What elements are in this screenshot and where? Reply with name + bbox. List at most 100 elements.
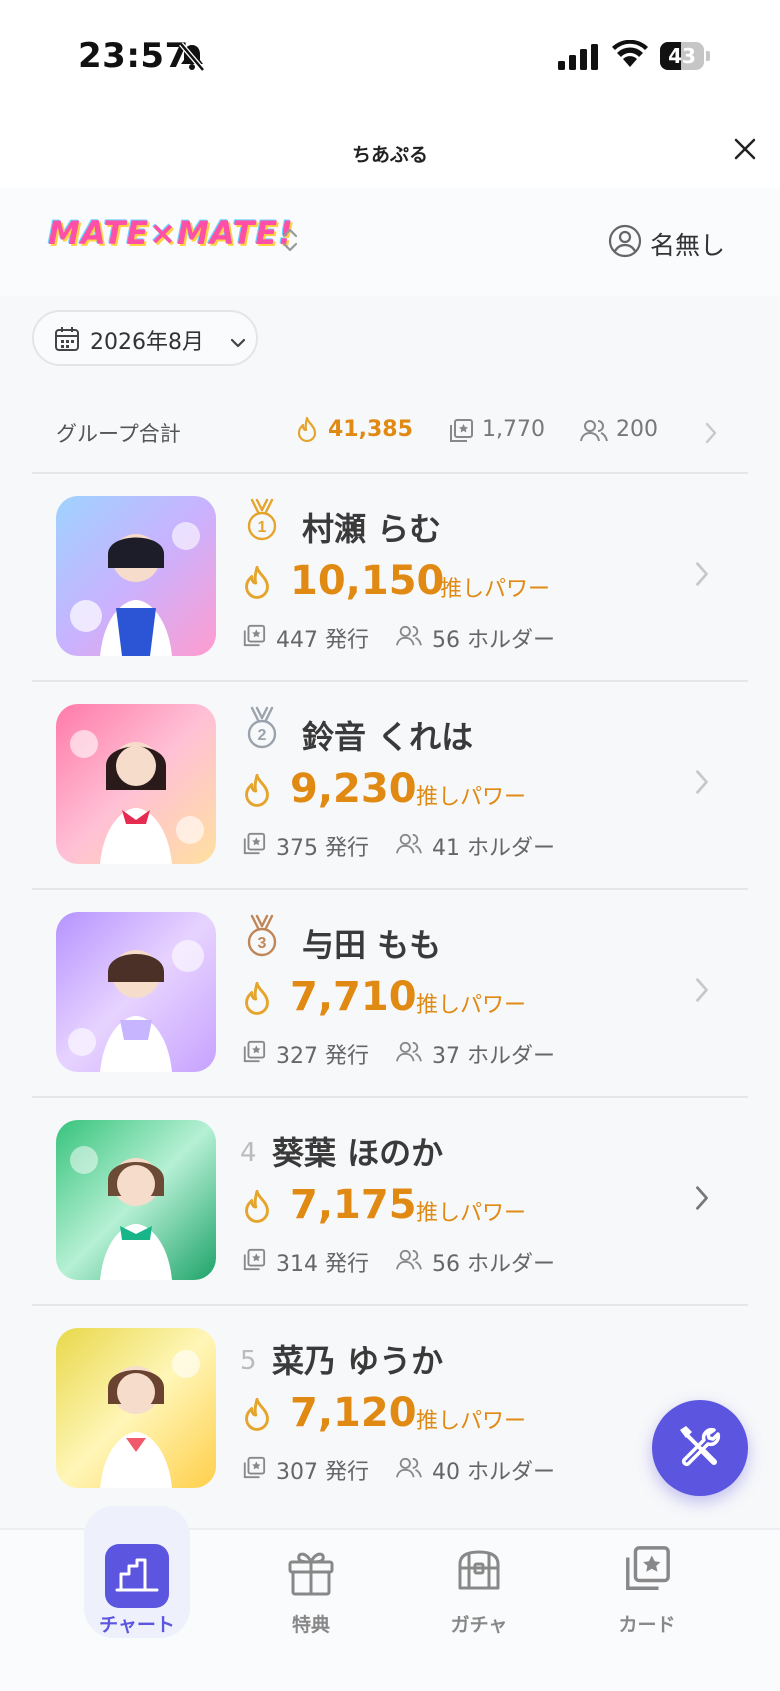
member-power: 7,710 — [290, 974, 417, 1020]
silver-medal-icon: 2 — [242, 706, 282, 754]
card-star-icon — [242, 1040, 266, 1068]
member-cards: 447 発行 — [276, 628, 369, 653]
member-name: 菜乃 ゆうか — [272, 1342, 444, 1380]
battery-level: 43 — [668, 44, 696, 68]
member-holders: 40 ホルダー — [432, 1460, 555, 1485]
users-icon — [580, 418, 608, 448]
group-selector-row: MATE×MATE! 名無し — [0, 188, 780, 296]
tab-gacha-label: ガチャ — [450, 1614, 508, 1636]
member-power: 10,150 — [290, 558, 445, 604]
svg-text:3: 3 — [258, 935, 267, 952]
status-bar: 23:57 43 — [0, 0, 780, 110]
group-total-power: 41,385 — [328, 417, 413, 442]
ranking-row[interactable]: 5 菜乃 ゆうか 7,120 推しパワー 307 発行 40 ホルダー — [32, 1306, 748, 1512]
bronze-medal-icon: 3 — [242, 914, 282, 962]
group-total-cards: 1,770 — [482, 417, 545, 442]
group-logo[interactable]: MATE×MATE! — [48, 208, 294, 262]
flame-icon — [294, 416, 320, 448]
member-cards: 314 発行 — [276, 1252, 369, 1277]
member-cards: 307 発行 — [276, 1460, 369, 1485]
close-icon[interactable] — [730, 134, 760, 164]
member-photo — [56, 704, 216, 864]
tools-fab-button[interactable] — [652, 1400, 748, 1496]
card-star-icon — [242, 1456, 266, 1484]
ranking-row[interactable]: 3 与田 もも 7,710 推しパワー 327 発行 37 ホルダー — [32, 890, 748, 1096]
power-label: 推しパワー — [416, 1201, 527, 1226]
member-name: 葵葉 ほのか — [272, 1134, 444, 1172]
flame-icon — [240, 1188, 274, 1230]
month-selector[interactable]: 2026年8月 — [32, 310, 258, 366]
user-name: 名無し — [650, 231, 726, 260]
card-star-icon — [562, 1544, 732, 1598]
ranking-row[interactable]: 2 鈴音 くれは 9,230 推しパワー 375 発行 41 ホルダー — [32, 682, 748, 888]
member-photo — [56, 1328, 216, 1488]
tab-bonus[interactable]: 特典 — [226, 1530, 396, 1670]
gold-medal-icon: 1 — [242, 498, 282, 546]
chevron-right-icon — [694, 976, 710, 1008]
rank-number: 5 — [240, 1346, 257, 1376]
chevron-right-icon — [694, 1184, 710, 1216]
rank-number: 4 — [240, 1138, 257, 1168]
app-title: ちあぷる — [351, 144, 428, 166]
wifi-icon — [612, 39, 648, 72]
member-name: 与田 もも — [302, 926, 442, 964]
card-star-icon — [242, 1248, 266, 1276]
users-icon — [396, 1456, 422, 1484]
flame-icon — [240, 564, 274, 606]
chevron-right-icon — [694, 768, 710, 800]
chart-icon — [52, 1544, 222, 1612]
signal-icon — [558, 44, 598, 74]
bottom-nav: チャート 特典 ガチャ カード — [0, 1506, 780, 1691]
member-cards: 327 発行 — [276, 1044, 369, 1069]
tab-bonus-label: 特典 — [291, 1614, 330, 1636]
gift-icon — [226, 1544, 396, 1602]
users-icon — [396, 832, 422, 860]
chevron-right-icon — [704, 422, 718, 448]
member-holders: 37 ホルダー — [432, 1044, 555, 1069]
tab-card[interactable]: カード — [562, 1530, 732, 1670]
member-holders: 56 ホルダー — [432, 628, 555, 653]
power-label: 推しパワー — [416, 1409, 527, 1434]
member-power: 7,120 — [290, 1390, 417, 1436]
ranking-row[interactable]: 4 葵葉 ほのか 7,175 推しパワー 314 発行 56 ホルダー — [32, 1098, 748, 1304]
users-icon — [396, 1040, 422, 1068]
member-cards: 375 発行 — [276, 836, 369, 861]
switch-group-icon[interactable] — [280, 226, 300, 258]
tab-chart-label: チャート — [99, 1614, 175, 1636]
tab-card-label: カード — [618, 1614, 676, 1636]
group-logo-text: MATE×MATE! — [48, 214, 294, 252]
bell-muted-icon — [178, 42, 206, 76]
tab-chart[interactable]: チャート — [52, 1530, 222, 1670]
chevron-right-icon — [694, 560, 710, 592]
treasure-chest-icon — [394, 1544, 564, 1602]
svg-text:1: 1 — [258, 519, 267, 536]
ranking-row[interactable]: 1 村瀬 らむ 10,150 推しパワー 447 発行 56 ホルダー — [32, 474, 748, 680]
member-photo — [56, 496, 216, 656]
flame-icon — [240, 1396, 274, 1438]
power-label: 推しパワー — [416, 993, 527, 1018]
card-star-icon — [448, 418, 474, 448]
group-total-row[interactable]: グループ合計 41,385 1,770 200 — [32, 400, 748, 472]
power-label: 推しパワー — [440, 577, 551, 602]
group-total-label: グループ合計 — [56, 422, 181, 446]
app-header: ちあぷる — [0, 110, 780, 188]
battery-icon: 43 — [660, 42, 710, 70]
member-photo — [56, 1120, 216, 1280]
member-name: 村瀬 らむ — [302, 510, 442, 548]
member-holders: 41 ホルダー — [432, 836, 555, 861]
card-star-icon — [242, 832, 266, 860]
tab-gacha[interactable]: ガチャ — [394, 1530, 564, 1670]
chevron-down-icon — [230, 334, 246, 353]
flame-icon — [240, 980, 274, 1022]
calendar-icon — [54, 326, 80, 356]
svg-text:2: 2 — [258, 727, 267, 744]
power-label: 推しパワー — [416, 785, 527, 810]
member-photo — [56, 912, 216, 1072]
member-power: 9,230 — [290, 766, 417, 812]
user-circle-icon — [608, 224, 642, 262]
member-name: 鈴音 くれは — [302, 718, 474, 756]
users-icon — [396, 624, 422, 652]
month-label: 2026年8月 — [90, 330, 204, 355]
member-holders: 56 ホルダー — [432, 1252, 555, 1277]
card-star-icon — [242, 624, 266, 652]
